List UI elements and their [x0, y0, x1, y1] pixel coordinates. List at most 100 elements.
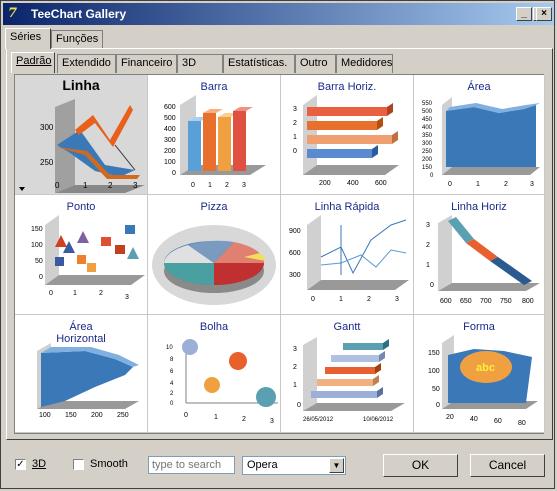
tab-gauges-label: Medidores [341, 57, 393, 69]
y-tick: 250 [40, 158, 54, 167]
tab-extended[interactable]: Extendido [57, 54, 116, 73]
pie-chart-thumbnail [152, 225, 276, 305]
line-chart-thumbnail: 300 250 0 1 2 3 [19, 99, 145, 193]
smooth-checkbox[interactable] [73, 459, 84, 470]
gallery-item-area[interactable]: Área 550 500 450 400 350 300 250 200 150… [414, 75, 545, 195]
tab-gauges[interactable]: Medidores [336, 54, 393, 73]
x-tick: 650 [460, 298, 472, 305]
y-tick: 3 [293, 106, 297, 113]
point-chart-thumbnail: 150 100 50 0 0 1 2 3 [31, 215, 145, 301]
horizontal-bar-chart-thumbnail: 3 2 1 0 200 400 600 [293, 95, 399, 187]
y-tick: 50 [35, 258, 43, 265]
y-tick: 2 [293, 364, 297, 371]
gallery-item-shape[interactable]: Forma abc 150 100 50 0 20 40 60 80 [414, 315, 545, 433]
bottom-options-bar: ✓ 3D Smooth Opera ▼ OK Cancel [1, 445, 556, 490]
minimize-button[interactable]: _ [516, 7, 532, 21]
y-tick: 50 [432, 386, 440, 393]
gallery-item-line[interactable]: Linha 300 250 0 1 2 3 [15, 75, 148, 195]
tab-statistics-label: Estatísticas. [228, 57, 288, 69]
y-tick: 500 [422, 109, 433, 115]
y-tick: 350 [422, 133, 433, 139]
close-button[interactable]: × [536, 7, 552, 21]
y-tick: 0 [172, 170, 176, 177]
x-tick: 1 [476, 181, 480, 188]
theme-select-value: Opera [247, 459, 278, 471]
y-tick: 2 [426, 242, 430, 249]
x-tick: 2 [504, 181, 508, 188]
title-bar[interactable]: 7 TeeChart Gallery _ □ [3, 3, 554, 25]
y-tick: 2 [293, 120, 297, 127]
y-tick: 200 [422, 157, 433, 163]
y-tick: 300 [164, 137, 176, 144]
bubble-chart-thumbnail: 10 8 6 4 2 0 0 1 2 3 [166, 339, 278, 425]
tab-other[interactable]: Outro [295, 54, 336, 73]
tab-standard[interactable]: Padrão [11, 52, 55, 73]
x-tick: 40 [470, 416, 478, 423]
x-tick: 700 [480, 298, 492, 305]
y-tick: 450 [422, 117, 433, 123]
x-tick: 3 [395, 296, 399, 303]
dropdown-arrow-icon [19, 187, 25, 191]
theme-select[interactable]: Opera ▼ [242, 456, 346, 475]
x-tick: 1 [208, 182, 212, 189]
y-tick: 300 [422, 141, 433, 147]
fast-line-chart-thumbnail: 900 600 300 0 1 2 3 [289, 215, 409, 303]
x-tick: 750 [500, 298, 512, 305]
shape-chart-thumbnail: abc 150 100 50 0 20 40 60 80 [428, 335, 538, 427]
area-chart-thumbnail: 550 500 450 400 350 300 250 200 150 0 0 … [422, 97, 540, 188]
tab-functions[interactable]: Funções [51, 30, 103, 49]
gallery-item-gantt[interactable]: Gantt 3 2 1 0 26/05/2012 10/06/2012 [281, 315, 414, 433]
ok-button[interactable]: OK [383, 454, 458, 477]
x-tick: 600 [375, 180, 387, 187]
y-tick: 600 [164, 104, 176, 111]
cancel-button[interactable]: Cancel [470, 454, 545, 477]
gallery-item-bubble[interactable]: Bolha 10 8 6 4 2 0 0 1 2 3 [148, 315, 281, 433]
gallery-item-fast-line[interactable]: Linha Rápida 900 600 300 0 1 2 3 [281, 195, 414, 315]
x-tick: 1 [214, 414, 218, 421]
y-tick: 300 [40, 123, 54, 132]
tab-3d[interactable]: 3D [177, 54, 223, 73]
x-tick: 0 [448, 181, 452, 188]
y-tick: 900 [289, 228, 301, 235]
x-tick: 0 [55, 181, 60, 190]
y-tick: 0 [430, 173, 434, 179]
tab-statistics[interactable]: Estatísticas. [223, 54, 295, 73]
y-tick: 250 [422, 149, 433, 155]
x-tick: 3 [242, 182, 246, 189]
x-tick: 26/05/2012 [303, 417, 334, 423]
gallery-item-horizontal-line[interactable]: Linha Horiz 3 2 1 0 600 650 700 750 800 [414, 195, 545, 315]
gallery-item-bar[interactable]: Barra 600 500 400 300 200 100 0 0 1 2 3 [148, 75, 281, 195]
x-tick: 0 [311, 296, 315, 303]
y-tick: 1 [293, 134, 297, 141]
x-tick: 600 [440, 298, 452, 305]
chevron-down-icon[interactable]: ▼ [329, 458, 344, 473]
tab-financial[interactable]: Financeiro [116, 54, 177, 73]
y-tick: 400 [164, 126, 176, 133]
tab-series[interactable]: Séries [5, 28, 51, 49]
tab-3d-label: 3D [182, 57, 197, 69]
x-tick: 60 [494, 418, 502, 425]
x-tick: 400 [347, 180, 359, 187]
gallery-item-pie[interactable]: Pizza [148, 195, 281, 315]
gallery-item-horizontal-area[interactable]: Área Horizontal 100 150 200 250 [15, 315, 148, 433]
y-tick: 550 [422, 101, 433, 107]
tab-financial-label: Financeiro [121, 57, 173, 69]
y-tick: 1 [293, 382, 297, 389]
x-tick: 1 [83, 181, 88, 190]
x-tick: 3 [133, 181, 138, 190]
gallery-item-horizontal-bar[interactable]: Barra Horiz. 3 2 1 0 200 400 600 [281, 75, 414, 195]
gallery-item-point[interactable]: Ponto 150 100 50 0 0 1 2 3 [15, 195, 148, 315]
3d-checkbox[interactable]: ✓ [15, 459, 26, 470]
x-tick: 1 [339, 296, 343, 303]
y-tick: 0 [293, 148, 297, 155]
y-tick: 0 [39, 274, 43, 281]
search-input[interactable] [148, 456, 235, 474]
x-tick: 10/06/2012 [363, 417, 394, 423]
x-tick: 250 [117, 412, 129, 419]
x-tick: 0 [184, 412, 188, 419]
x-tick: 2 [367, 296, 371, 303]
tab-extended-label: Extendido [62, 57, 111, 69]
bar-chart-thumbnail: 600 500 400 300 200 100 0 0 1 2 3 [164, 95, 266, 189]
y-tick: 3 [293, 346, 297, 353]
x-tick: 20 [446, 414, 454, 421]
